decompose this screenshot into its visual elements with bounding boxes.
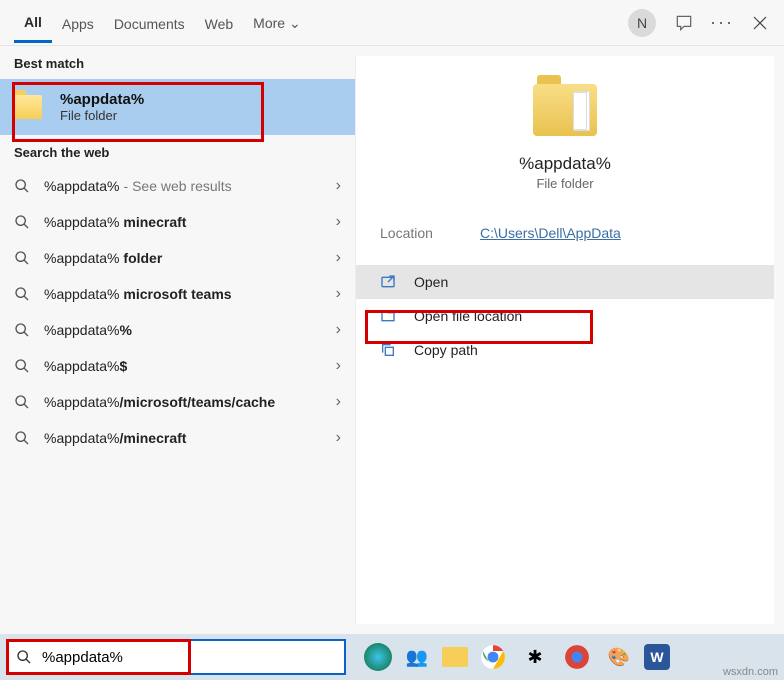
action-open[interactable]: Open [356, 265, 774, 299]
search-input[interactable] [42, 649, 336, 666]
web-result[interactable]: %appdata% minecraft › [0, 204, 355, 240]
preview-title: %appdata% [519, 154, 611, 174]
web-result-label: %appdata% [44, 178, 120, 194]
best-match-title: %appdata% [60, 91, 144, 108]
more-options-icon[interactable]: ··· [712, 13, 732, 33]
taskbar-chrome-canary-icon[interactable] [560, 640, 594, 674]
web-result-hint: - See web results [124, 178, 232, 194]
feedback-icon[interactable] [674, 13, 694, 33]
folder-icon-large [533, 84, 597, 136]
search-icon [14, 214, 30, 230]
location-link[interactable]: C:\Users\Dell\AppData [480, 225, 621, 241]
tab-apps[interactable]: Apps [52, 4, 104, 42]
close-icon[interactable] [750, 13, 770, 33]
web-result-label: %appdata%% [44, 322, 132, 338]
search-icon [14, 430, 30, 446]
web-result[interactable]: %appdata%$ › [0, 348, 355, 384]
action-copy-path[interactable]: Copy path [356, 333, 774, 367]
search-web-header: Search the web [0, 135, 355, 168]
action-open-label: Open [414, 274, 448, 290]
best-match-subtitle: File folder [60, 108, 144, 123]
web-result[interactable]: %appdata%% › [0, 312, 355, 348]
chevron-right-icon: › [336, 177, 341, 195]
folder-icon [14, 95, 42, 119]
open-icon [380, 274, 398, 290]
taskbar-word-icon[interactable]: W [644, 644, 670, 670]
watermark: wsxdn.com [723, 666, 778, 678]
web-result[interactable]: %appdata% folder › [0, 240, 355, 276]
taskbar-edge-icon[interactable] [364, 643, 392, 671]
best-match-header: Best match [0, 46, 355, 79]
search-icon [14, 250, 30, 266]
taskbar-teams-icon[interactable]: 👥 [400, 640, 434, 674]
tab-web[interactable]: Web [195, 4, 244, 42]
web-result-label: %appdata% microsoft teams [44, 286, 232, 302]
search-tabs: All Apps Documents Web More ⌄ N ··· [0, 0, 784, 46]
chevron-right-icon: › [336, 429, 341, 447]
search-icon [14, 358, 30, 374]
folder-open-icon [380, 308, 398, 324]
chevron-right-icon: › [336, 285, 341, 303]
taskbar-chrome-icon[interactable] [476, 640, 510, 674]
web-result-label: %appdata%/microsoft/teams/cache [44, 394, 275, 410]
search-icon [14, 178, 30, 194]
tab-documents[interactable]: Documents [104, 4, 195, 42]
taskbar-search[interactable] [6, 639, 346, 675]
tab-all[interactable]: All [14, 2, 52, 43]
chevron-down-icon: ⌄ [289, 15, 301, 31]
web-result-label: %appdata%/minecraft [44, 430, 186, 446]
location-label: Location [380, 225, 480, 241]
copy-icon [380, 342, 398, 358]
search-icon [14, 322, 30, 338]
results-panel: Best match %appdata% File folder Search … [0, 46, 355, 634]
taskbar: 👥 ✱ 🎨 W [0, 634, 784, 680]
preview-panel: %appdata% File folder Location C:\Users\… [355, 56, 774, 624]
web-result-label: %appdata% minecraft [44, 214, 186, 230]
web-result[interactable]: %appdata% - See web results › [0, 168, 355, 204]
taskbar-app-icon[interactable]: 🎨 [602, 640, 636, 674]
action-copy-label: Copy path [414, 342, 478, 358]
web-result[interactable]: %appdata%/microsoft/teams/cache › [0, 384, 355, 420]
preview-subtitle: File folder [536, 176, 593, 191]
chevron-right-icon: › [336, 213, 341, 231]
chevron-right-icon: › [336, 357, 341, 375]
search-icon [14, 394, 30, 410]
best-match-result[interactable]: %appdata% File folder [0, 79, 355, 135]
action-open-loc-label: Open file location [414, 308, 522, 324]
chevron-right-icon: › [336, 249, 341, 267]
taskbar-slack-icon[interactable]: ✱ [518, 640, 552, 674]
web-result[interactable]: %appdata%/minecraft › [0, 420, 355, 456]
taskbar-explorer-icon[interactable] [442, 647, 468, 667]
chevron-right-icon: › [336, 321, 341, 339]
search-icon [14, 286, 30, 302]
web-result-label: %appdata% folder [44, 250, 162, 266]
web-result[interactable]: %appdata% microsoft teams › [0, 276, 355, 312]
search-icon [16, 649, 32, 665]
action-open-file-location[interactable]: Open file location [356, 299, 774, 333]
chevron-right-icon: › [336, 393, 341, 411]
web-result-label: %appdata%$ [44, 358, 127, 374]
user-avatar[interactable]: N [628, 9, 656, 37]
tab-more[interactable]: More ⌄ [243, 3, 311, 42]
